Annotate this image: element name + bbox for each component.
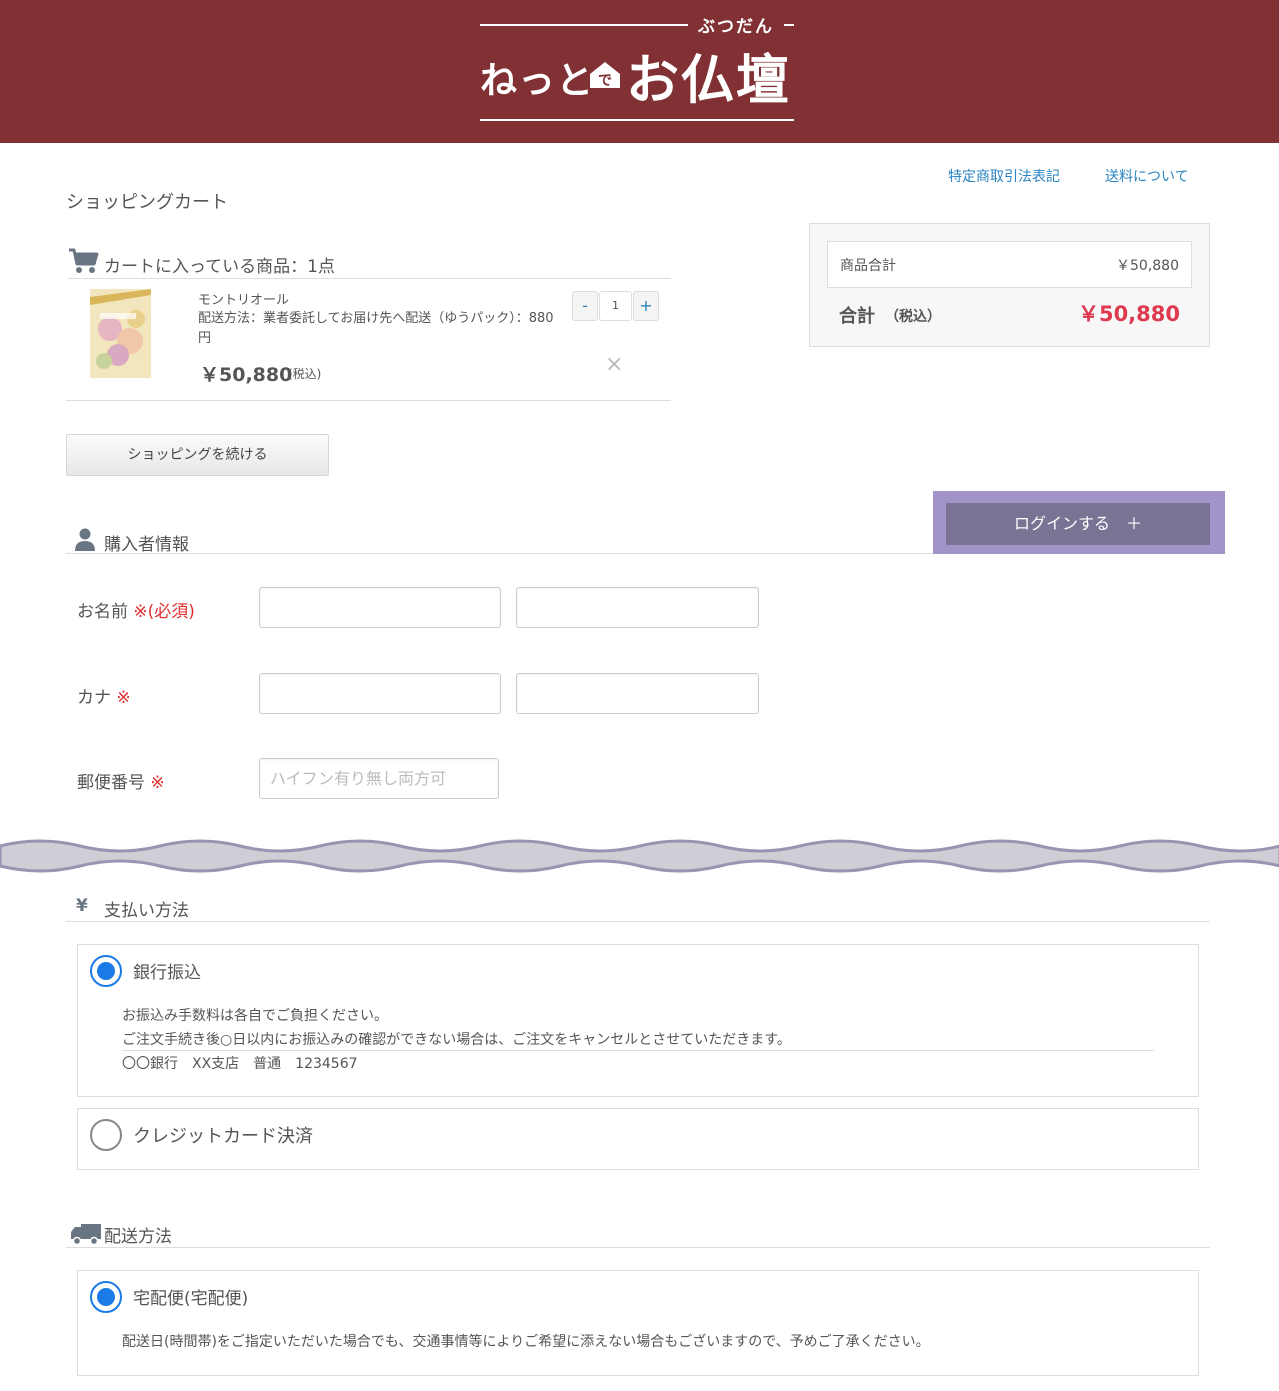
truck-icon	[71, 1224, 101, 1246]
house-icon: で	[590, 62, 620, 89]
site-header: ぶつだん ねっと で お仏壇	[0, 0, 1279, 143]
kana-label: カナ ※	[77, 683, 131, 708]
logo-rule	[784, 24, 794, 26]
credit-card-radio[interactable]	[90, 1119, 122, 1151]
subtotal-value: ￥50,880	[1116, 258, 1179, 274]
logo-rule	[480, 119, 794, 121]
payment-option-credit[interactable]: クレジットカード決済	[77, 1108, 1199, 1170]
kana-label-text: カナ	[77, 688, 111, 708]
last-name-input[interactable]	[259, 587, 501, 628]
takuhaibin-label[interactable]: 宅配便(宅配便)	[133, 1284, 248, 1309]
shipping-info-link[interactable]: 送料について	[1105, 166, 1189, 186]
name-label-text: お名前	[77, 602, 128, 622]
delivery-option-takuhaibin[interactable]: 宅配便(宅配便) 配送日(時間帯)をご指定いただいた場合でも、交通事情等によりご…	[77, 1270, 1199, 1376]
total-value: ￥50,880	[1077, 302, 1180, 326]
divider	[122, 1050, 1154, 1051]
delivery-title: 配送方法	[104, 1227, 172, 1247]
quantity-value[interactable]: 1	[599, 291, 632, 321]
continue-shopping-button[interactable]: ショッピングを続ける	[66, 434, 329, 476]
cart-count-label: カートに入っている商品：1点	[104, 257, 335, 277]
product-price: ￥50,880	[200, 364, 293, 386]
delivery-heading: 配送方法	[66, 1218, 1210, 1248]
page-title: ショッピングカート	[66, 192, 228, 213]
product-tax-note: (税込)	[288, 367, 322, 381]
login-button[interactable]: ログインする ＋	[946, 503, 1210, 545]
bank-note-deadline: ご注文手続き後○日以内にお振込みの確認ができない場合は、ご注文をキャンセルとさせ…	[122, 1032, 791, 1048]
subtotal-label: 商品合計	[840, 258, 896, 274]
last-name-kana-input[interactable]	[259, 673, 501, 714]
remove-item-button[interactable]: ×	[605, 352, 623, 377]
order-summary: 商品合計 ￥50,880 合計 （税込） ￥50,880	[809, 223, 1210, 347]
bank-transfer-label[interactable]: 銀行振込	[133, 958, 201, 983]
zip-label-text: 郵便番号	[77, 773, 145, 793]
cart-heading: カートに入っている商品：1点	[68, 244, 671, 279]
person-icon	[75, 528, 95, 551]
buyer-info-title: 購入者情報	[104, 535, 189, 555]
commercial-law-link[interactable]: 特定商取引法表記	[948, 166, 1060, 186]
logo-rule	[480, 24, 688, 26]
product-thumbnail[interactable]	[90, 289, 151, 378]
logo-furigana: ぶつだん	[698, 17, 774, 37]
bank-transfer-radio[interactable]	[90, 955, 122, 987]
quantity-plus-button[interactable]: +	[633, 291, 659, 321]
zip-label: 郵便番号 ※	[77, 768, 165, 793]
total-label: 合計	[839, 306, 875, 327]
bank-account-info: 〇〇銀行 XX支店 普通 1234567	[122, 1056, 358, 1072]
required-mark: ※(必須)	[133, 602, 195, 622]
login-focus-ring: ログインする ＋	[933, 491, 1225, 554]
name-label: お名前 ※(必須)	[77, 597, 195, 622]
payment-title: 支払い方法	[104, 901, 189, 921]
postal-code-input[interactable]	[259, 758, 499, 799]
cart-icon	[69, 248, 99, 273]
required-mark: ※	[116, 688, 131, 708]
cart-item: モントリオール 配送方法：業者委託してお届け先へ配送（ゆうパック）：880円 ￥…	[66, 280, 671, 401]
logo-house-char: で	[598, 73, 612, 89]
bank-note-fee: お振込み手数料は各自でご負担ください。	[122, 1008, 388, 1024]
required-mark: ※	[150, 773, 165, 793]
product-shipping-method: 配送方法：業者委託してお届け先へ配送（ゆうパック）：880円	[198, 311, 554, 346]
site-logo[interactable]: ぶつだん ねっと で お仏壇	[480, 14, 796, 124]
logo-text-butsudan: お仏壇	[626, 50, 791, 111]
payment-heading: ¥ 支払い方法	[66, 892, 1210, 922]
buyer-info-heading: 購入者情報	[66, 524, 933, 555]
wave-divider	[0, 839, 1279, 873]
logo-text-net: ねっと	[480, 59, 594, 102]
payment-option-bank[interactable]: 銀行振込 お振込み手数料は各自でご負担ください。 ご注文手続き後○日以内にお振込…	[77, 944, 1199, 1097]
yen-icon: ¥	[76, 896, 88, 916]
total-tax-note: （税込）	[885, 309, 941, 325]
quantity-minus-button[interactable]: -	[572, 291, 598, 321]
first-name-kana-input[interactable]	[516, 673, 759, 714]
takuhaibin-radio[interactable]	[90, 1281, 122, 1313]
subtotal-row: 商品合計 ￥50,880	[827, 241, 1192, 288]
delivery-note: 配送日(時間帯)をご指定いただいた場合でも、交通事情等によりご希望に添えない場合…	[122, 1334, 930, 1350]
first-name-input[interactable]	[516, 587, 759, 628]
product-name[interactable]: モントリオール	[198, 289, 289, 308]
credit-card-label[interactable]: クレジットカード決済	[133, 1122, 313, 1148]
